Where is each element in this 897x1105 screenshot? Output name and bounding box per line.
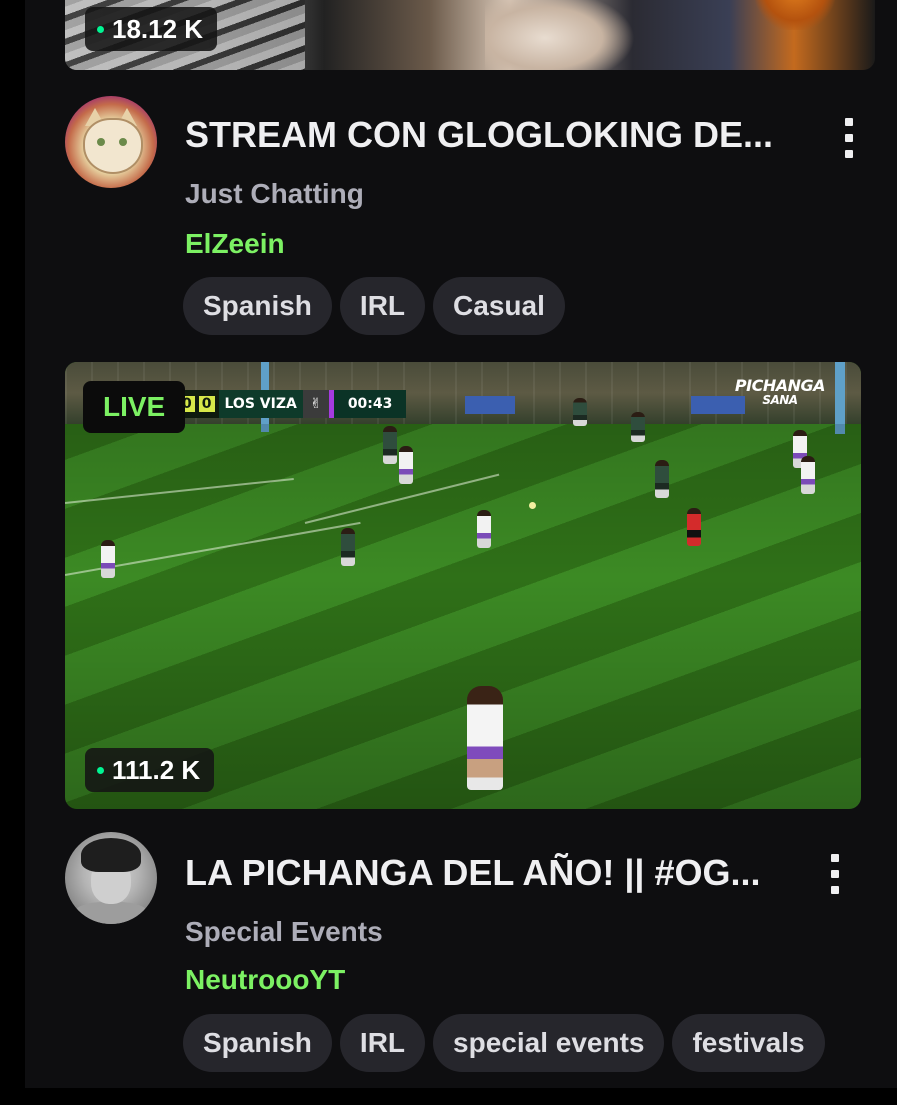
more-options-icon[interactable] xyxy=(837,118,861,158)
team-logo-icon: ✌ xyxy=(302,390,329,418)
avatar[interactable] xyxy=(65,96,157,188)
tag[interactable]: Spanish xyxy=(183,1014,332,1072)
stream-category[interactable]: Just Chatting xyxy=(185,178,364,210)
live-dot-icon xyxy=(97,25,104,33)
match-clock: 00:43 xyxy=(333,390,407,418)
live-badge: LIVE xyxy=(83,381,186,433)
tag[interactable]: IRL xyxy=(339,277,426,335)
tag[interactable]: Spanish xyxy=(183,277,332,335)
tag[interactable]: IRL xyxy=(339,1014,426,1072)
stream-thumbnail-2[interactable]: 0 0 LOS VIZA ✌ 00:43 PICHANGA SANA LIVE … xyxy=(65,362,861,809)
stream-title[interactable]: STREAM CON GLOGLOKING DE... xyxy=(185,114,785,156)
viewer-count: 18.12 K xyxy=(112,14,204,44)
tag-list: Spanish IRL Casual xyxy=(183,277,565,335)
viewer-count: 111.2 K xyxy=(112,755,201,785)
match-scoreboard: 0 0 LOS VIZA ✌ 00:43 xyxy=(175,390,407,418)
avatar[interactable] xyxy=(65,832,157,924)
channel-name[interactable]: NeutroooYT xyxy=(185,964,345,996)
away-score: 0 xyxy=(198,396,215,412)
team-name: LOS VIZA xyxy=(218,390,303,418)
stream-feed: 18.12 K STREAM CON GLOGLOKING DE... Just… xyxy=(25,0,897,1088)
live-dot-icon xyxy=(97,766,104,774)
tag-list: Spanish IRL special events festivals xyxy=(183,1014,825,1072)
viewer-count-badge: 18.12 K xyxy=(85,7,218,51)
broadcast-logo: PICHANGA SANA xyxy=(734,376,826,408)
viewer-count-badge: 111.2 K xyxy=(85,748,215,792)
tag[interactable]: Casual xyxy=(433,277,565,335)
stream-thumbnail-1[interactable]: 18.12 K xyxy=(65,0,875,70)
stream-card-2: LA PICHANGA DEL AÑO! || #OG... Special E… xyxy=(65,832,875,1082)
more-options-icon[interactable] xyxy=(823,854,847,894)
stream-category[interactable]: Special Events xyxy=(185,916,383,948)
stream-title[interactable]: LA PICHANGA DEL AÑO! || #OG... xyxy=(185,852,765,894)
stream-card-1: STREAM CON GLOGLOKING DE... Just Chattin… xyxy=(65,96,875,346)
channel-name[interactable]: ElZeein xyxy=(185,228,285,260)
tag[interactable]: special events xyxy=(433,1014,665,1072)
tag[interactable]: festivals xyxy=(672,1014,825,1072)
